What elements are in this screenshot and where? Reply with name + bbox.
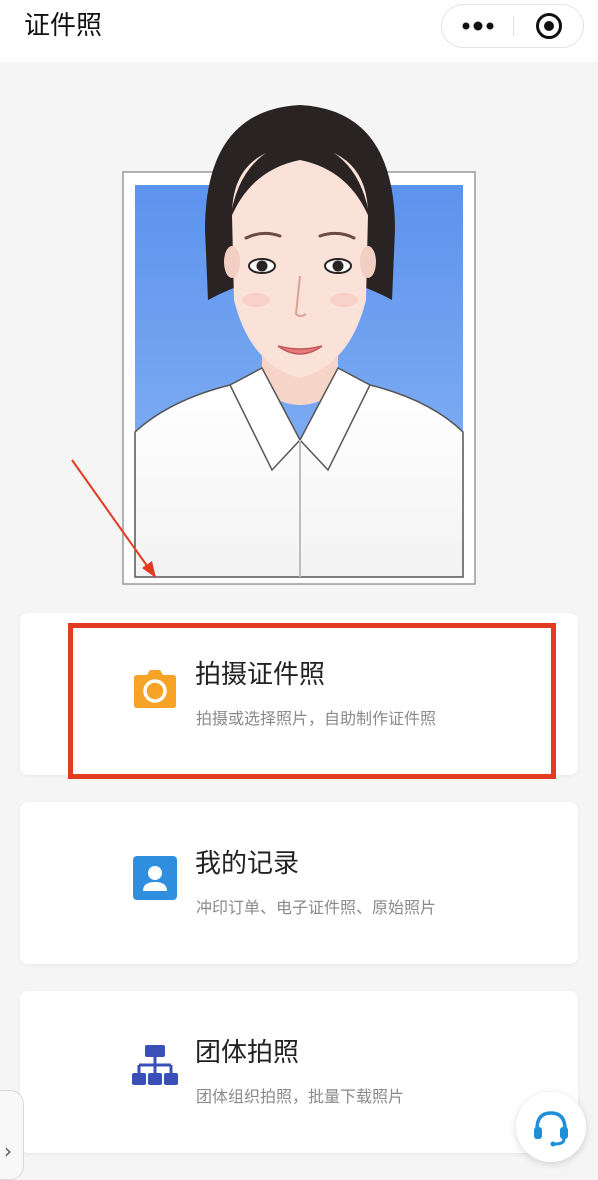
side-expand-tab[interactable]: › xyxy=(0,1090,24,1180)
close-target-icon xyxy=(536,13,562,39)
customer-service-button[interactable] xyxy=(516,1092,586,1162)
card-subtitle: 冲印订单、电子证件照、原始照片 xyxy=(196,898,437,917)
card-title: 我的记录 xyxy=(195,849,300,879)
card-subtitle: 团体组织拍照，批量下载照片 xyxy=(196,1087,405,1106)
card-my-records[interactable]: 我的记录 冲印订单、电子证件照、原始照片 xyxy=(20,802,578,964)
mini-program-capsule xyxy=(441,4,584,48)
more-dots-icon xyxy=(462,21,493,31)
more-button[interactable] xyxy=(442,5,513,47)
group-org-icon xyxy=(131,1043,179,1091)
chevron-right-icon: › xyxy=(4,1139,12,1163)
close-button[interactable] xyxy=(514,5,584,47)
sample-id-photo xyxy=(0,62,598,602)
user-card-icon xyxy=(131,854,179,902)
card-group-photo[interactable]: 团体拍照 团体组织拍照，批量下载照片 xyxy=(20,991,578,1153)
annotation-highlight-box xyxy=(68,623,556,779)
top-bar: 证件照 xyxy=(0,0,598,62)
page-title: 证件照 xyxy=(24,11,103,41)
card-title: 团体拍照 xyxy=(195,1038,300,1068)
headset-icon xyxy=(534,1111,568,1147)
